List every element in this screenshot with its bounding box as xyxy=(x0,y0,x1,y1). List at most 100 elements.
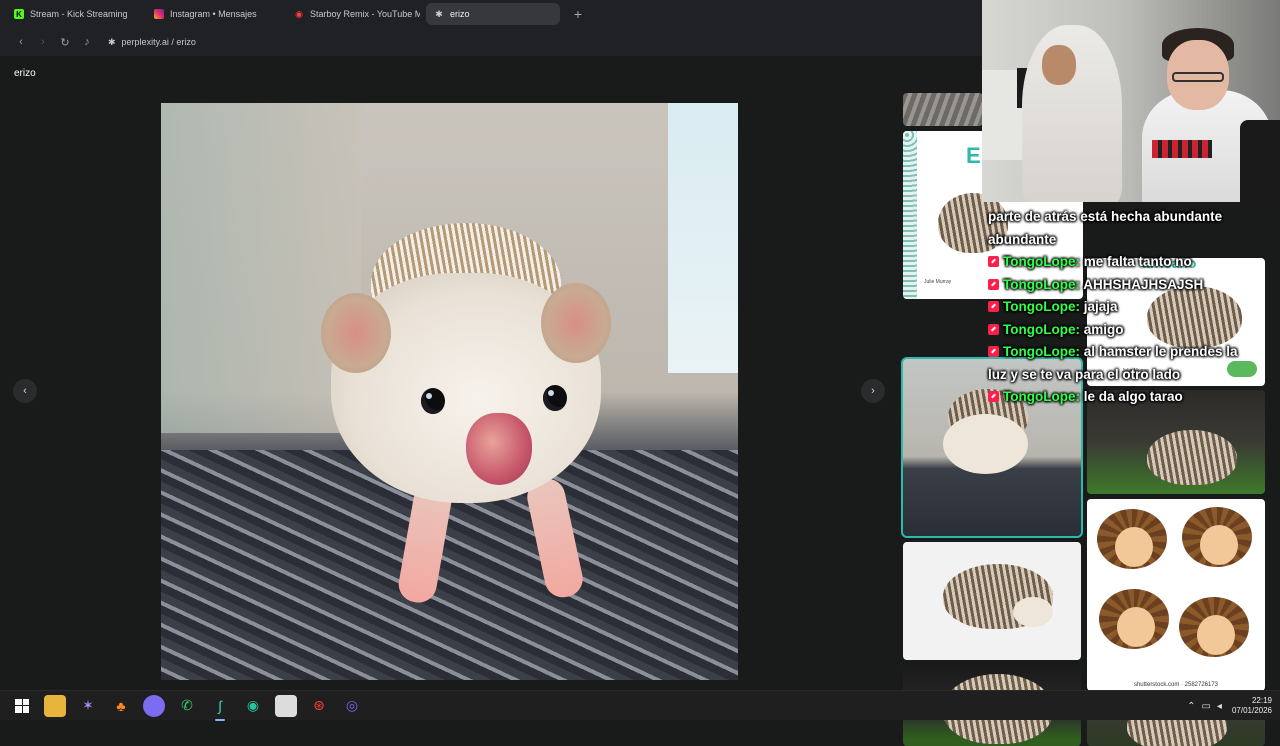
tab-perplexity[interactable]: ✱ erizo xyxy=(426,3,560,25)
file-explorer-icon[interactable] xyxy=(44,694,66,717)
streaming-app-icon[interactable]: ∫ xyxy=(209,695,231,721)
hedgehog-face-thumbnail xyxy=(1013,597,1053,627)
chat-badge-icon xyxy=(988,346,999,357)
chat-message: TongoLope: al hamster le prendes la xyxy=(988,341,1276,364)
chat-badge-icon xyxy=(988,391,999,402)
hedgehog-main-image[interactable] xyxy=(161,103,738,680)
chat-text: al hamster le prendes la xyxy=(1083,344,1238,359)
microphone xyxy=(1240,120,1280,202)
tab-youtube-music[interactable]: ◉ Starboy Remix - YouTube Mu xyxy=(286,3,420,25)
chat-text: amigo xyxy=(1083,321,1124,337)
chat-badge-icon xyxy=(988,323,999,335)
chat-badge-icon xyxy=(988,256,999,267)
back-icon[interactable]: ‹ xyxy=(12,33,30,51)
tab-label: Starboy Remix - YouTube Mu xyxy=(310,9,420,19)
hedgehog-face-thumbnail xyxy=(943,414,1028,474)
network-icon[interactable]: ▭ xyxy=(1201,701,1210,712)
notes-icon[interactable] xyxy=(275,694,297,717)
clock[interactable]: 22:19 07/01/2026 xyxy=(1232,696,1272,716)
perplexity-icon: ✱ xyxy=(108,36,116,47)
cartoon-hedgehog xyxy=(1097,509,1167,579)
hedgehog-ear xyxy=(541,283,611,363)
chat-badge-icon xyxy=(988,278,999,290)
chat-message: abundante xyxy=(988,229,1276,252)
hedgehog xyxy=(311,223,611,606)
chevron-up-icon[interactable]: ⌃ xyxy=(1187,701,1195,712)
forward-icon[interactable]: › xyxy=(34,33,52,51)
fl-studio-icon[interactable]: ♣ xyxy=(110,695,132,717)
capture-icon[interactable]: ⊛ xyxy=(308,695,330,717)
chat-text: le da algo tarao xyxy=(1083,389,1183,404)
chat-message: parte de atrás está hecha abundante xyxy=(988,206,1276,229)
volume-icon[interactable]: ◂ xyxy=(1217,701,1222,712)
cartoon-hedgehog xyxy=(1099,589,1169,659)
page-title: erizo xyxy=(14,68,36,79)
hedgehog-nose xyxy=(466,413,532,485)
start-icon[interactable] xyxy=(11,695,33,717)
chat-text: parte de atrás está hecha abundante xyxy=(988,209,1223,224)
chat-message: TongoLope: me falta tanto no xyxy=(988,251,1276,274)
chat-message: TongoLope: le da algo tarao xyxy=(988,386,1276,409)
chat-text: luz y se te va para el otro lado xyxy=(988,366,1181,382)
chat-message: TongoLope: amigo xyxy=(988,319,1276,342)
chat-username: TongoLope: xyxy=(1003,276,1080,292)
chat-username: TongoLope: xyxy=(1003,389,1080,404)
tab-label: Instagram • Mensajes xyxy=(170,9,257,19)
chat-message: luz y se te va para el otro lado xyxy=(988,364,1276,387)
streamer-left-face xyxy=(1042,45,1076,85)
chat-username: TongoLope: xyxy=(1003,321,1080,337)
cartoon-face xyxy=(1117,607,1155,647)
previous-image-button[interactable]: ‹ xyxy=(13,379,37,403)
tab-label: erizo xyxy=(450,9,470,19)
thumbnail-cartoon[interactable]: shutterstock.com · 2582726173 xyxy=(1087,499,1265,691)
glasses xyxy=(1172,72,1224,82)
jersey-stripe xyxy=(1152,140,1212,158)
chat-text: me falta tanto no xyxy=(1083,254,1192,269)
instagram-icon xyxy=(154,9,164,19)
star-app-icon[interactable]: ✶ xyxy=(77,695,99,717)
cartoon-face xyxy=(1115,527,1153,567)
cover-title: E xyxy=(966,143,981,168)
new-tab-button[interactable]: + xyxy=(568,4,588,24)
cartoon-face xyxy=(1197,615,1235,655)
browser-icon[interactable]: ◎ xyxy=(341,695,363,717)
perplexity-icon: ✱ xyxy=(435,8,443,19)
thumbnail-image[interactable] xyxy=(903,93,983,126)
hedgehog-eye xyxy=(421,388,445,414)
reload-icon[interactable]: ↻ xyxy=(56,33,74,51)
cartoon-hedgehog xyxy=(1182,507,1252,577)
stream-chat-overlay: parte de atrás está hecha abundante abun… xyxy=(988,206,1276,409)
cover-author: Julie Murray xyxy=(924,279,952,285)
address-url: perplexity.ai / erizo xyxy=(121,37,196,47)
background-window xyxy=(668,103,738,373)
hedgehog-ear xyxy=(321,293,391,373)
obs-icon[interactable]: ◉ xyxy=(242,695,264,717)
tab-instagram[interactable]: Instagram • Mensajes xyxy=(146,3,280,25)
whatsapp-icon[interactable]: ✆ xyxy=(176,695,198,717)
chat-username: TongoLope: xyxy=(1003,254,1080,269)
chat-username: TongoLope: xyxy=(1003,299,1080,314)
discord-icon[interactable] xyxy=(143,694,165,717)
system-tray: ⌃ ▭ ◂ 22:19 07/01/2026 xyxy=(1181,691,1272,721)
address-bar[interactable]: ✱ perplexity.ai / erizo xyxy=(108,37,196,48)
webcam-overlay xyxy=(982,0,1280,202)
windows-taskbar: ✶ ♣ ✆ ∫ ◉ ⊛ ◎ ⌃ ▭ ◂ 22:19 07/01/2026 xyxy=(0,690,1280,721)
microphone-icon[interactable]: ♪ xyxy=(78,33,96,51)
chat-username: TongoLope: xyxy=(1003,344,1080,359)
chat-text: abundante xyxy=(988,231,1057,247)
image-credit: shutterstock.com · 2582726173 xyxy=(1133,682,1219,688)
clock-date: 07/01/2026 xyxy=(1231,706,1272,715)
tab-label: Stream - Kick Streaming xyxy=(30,9,128,19)
hedgehog-thumbnail xyxy=(1147,430,1237,485)
tab-kick[interactable]: K Stream - Kick Streaming xyxy=(6,3,140,25)
next-image-button[interactable]: › xyxy=(861,379,885,403)
chat-text: jajaja xyxy=(1083,299,1118,314)
chat-message: TongoLope: jajaja xyxy=(988,296,1276,319)
chat-text: AHHSHAJHSAJSH xyxy=(1083,276,1204,292)
thumbnail-image[interactable] xyxy=(903,542,1081,660)
kick-icon: K xyxy=(14,9,24,19)
hedgehog-face xyxy=(321,273,611,503)
clock-time: 22:19 xyxy=(1251,696,1272,705)
chat-message: TongoLope: AHHSHAJHSAJSH xyxy=(988,274,1276,297)
chat-badge-icon xyxy=(988,301,999,312)
